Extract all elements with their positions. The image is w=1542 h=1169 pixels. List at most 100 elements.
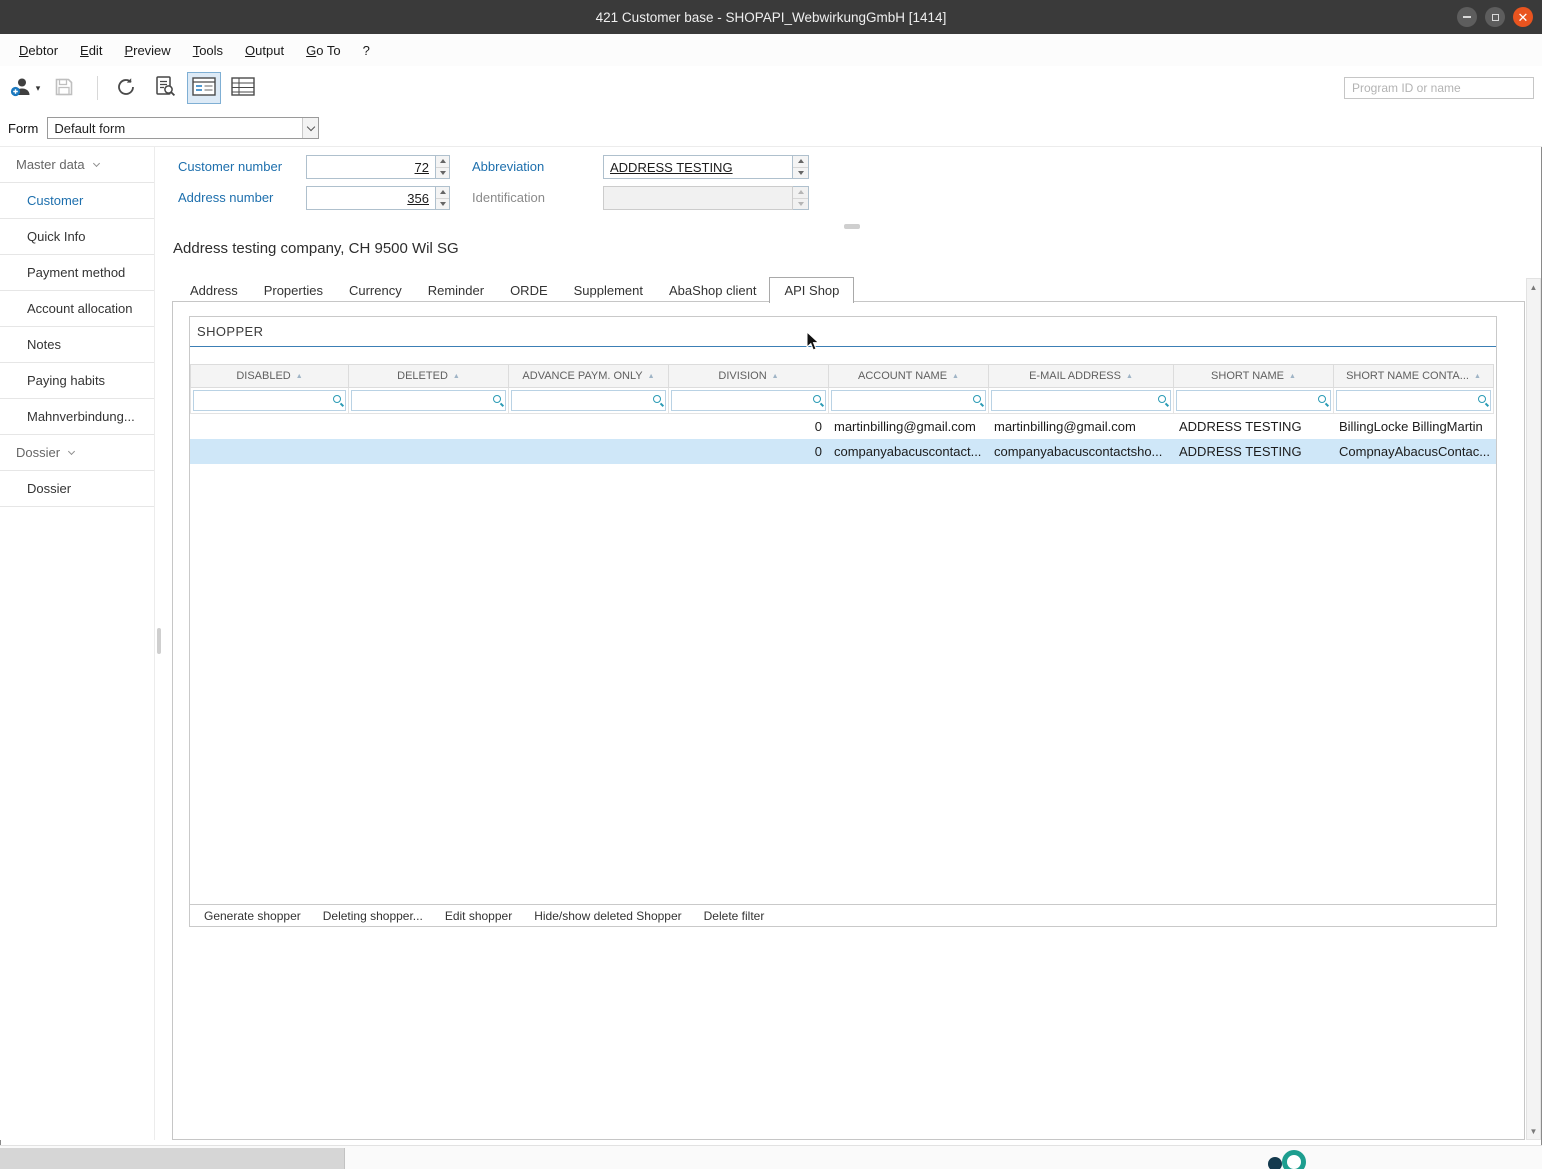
close-button[interactable]: ✕ xyxy=(1513,7,1533,27)
api-shop-tab-panel: SHOPPER DISABLED▲ DELETED▲ ADVANCE PAYM.… xyxy=(172,301,1525,1140)
tab-api-shop[interactable]: API Shop xyxy=(769,277,854,303)
identification-input xyxy=(603,186,793,210)
customer-number-spinner[interactable] xyxy=(436,155,450,179)
maximize-button[interactable] xyxy=(1485,7,1505,27)
tab-orde[interactable]: ORDE xyxy=(497,279,561,302)
form-view-button[interactable] xyxy=(187,72,221,104)
form-combobox[interactable]: Default form xyxy=(47,117,319,139)
tab-address[interactable]: Address xyxy=(177,279,251,302)
cell-advance-paym-only xyxy=(509,439,669,464)
window-controls: ✕ xyxy=(1457,7,1533,27)
menu-goto[interactable]: Go To xyxy=(295,39,351,62)
filter-cell xyxy=(349,388,509,414)
sort-icon: ▲ xyxy=(648,373,655,380)
shopper-row-2[interactable]: 0 companyabacuscontact... companyabacusc… xyxy=(190,439,1496,464)
cell-short-name-contact: BillingLocke BillingMartin xyxy=(1334,414,1494,439)
filter-input-email-address[interactable] xyxy=(991,390,1171,411)
filter-input-account-name[interactable] xyxy=(831,390,986,411)
minimize-button[interactable] xyxy=(1457,7,1477,27)
filter-input-short-name[interactable] xyxy=(1176,390,1331,411)
vertical-scrollbar[interactable]: ▲ ▼ xyxy=(1526,278,1541,1140)
form-combobox-value: Default form xyxy=(48,121,302,136)
sidebar-item-payment-method[interactable]: Payment method xyxy=(0,255,154,291)
sidebar-item-account-allocation[interactable]: Account allocation xyxy=(0,291,154,327)
address-number-spinner[interactable] xyxy=(436,186,450,210)
filter-input-deleted[interactable] xyxy=(351,390,506,411)
menu-preview[interactable]: Preview xyxy=(113,39,181,62)
hide-show-deleted-shopper-button[interactable]: Hide/show deleted Shopper xyxy=(523,905,692,926)
save-button[interactable] xyxy=(47,72,81,104)
sidebar-section-master-data[interactable]: Master data xyxy=(0,147,154,183)
column-header-disabled[interactable]: DISABLED▲ xyxy=(190,364,349,388)
column-header-division[interactable]: DIVISION▲ xyxy=(669,364,829,388)
magnifier-icon xyxy=(1158,395,1166,403)
tab-abashop-client[interactable]: AbaShop client xyxy=(656,279,769,302)
shopper-row-1[interactable]: 0 martinbilling@gmail.com martinbilling@… xyxy=(190,414,1496,439)
form-view-icon xyxy=(192,77,216,99)
titlebar[interactable]: 421 Customer base - SHOPAPI_WebwirkungGm… xyxy=(0,0,1542,34)
column-header-account-name[interactable]: ACCOUNT NAME▲ xyxy=(829,364,989,388)
abbreviation-field xyxy=(603,155,809,179)
sidebar-item-notes[interactable]: Notes xyxy=(0,327,154,363)
collapse-handle[interactable] xyxy=(844,224,860,229)
abbreviation-input[interactable] xyxy=(603,155,793,179)
program-search-input[interactable] xyxy=(1344,77,1534,99)
search-form-button[interactable] xyxy=(148,72,182,104)
delete-filter-button[interactable]: Delete filter xyxy=(693,905,776,926)
sidebar-section-dossier[interactable]: Dossier xyxy=(0,435,154,471)
filter-input-advance-paym-only[interactable] xyxy=(511,390,666,411)
sidebar-item-quick-info[interactable]: Quick Info xyxy=(0,219,154,255)
column-header-email-address[interactable]: E-MAIL ADDRESS▲ xyxy=(989,364,1174,388)
filter-input-disabled[interactable] xyxy=(193,390,346,411)
abbreviation-spinner[interactable] xyxy=(793,155,809,179)
cell-advance-paym-only xyxy=(509,414,669,439)
sidebar-item-paying-habits[interactable]: Paying habits xyxy=(0,363,154,399)
address-number-label: Address number xyxy=(178,190,273,205)
chevron-down-icon xyxy=(68,448,75,455)
save-icon xyxy=(54,77,74,100)
tab-properties[interactable]: Properties xyxy=(251,279,336,302)
abacus-logo xyxy=(1268,1150,1314,1169)
sort-icon: ▲ xyxy=(296,373,303,380)
magnifier-icon xyxy=(973,395,981,403)
menu-output[interactable]: Output xyxy=(234,39,295,62)
toolbar-separator xyxy=(97,76,98,100)
menu-help[interactable]: ? xyxy=(352,39,381,62)
edit-shopper-button[interactable]: Edit shopper xyxy=(434,905,523,926)
column-header-short-name-contact[interactable]: SHORT NAME CONTA...▲ xyxy=(1334,364,1494,388)
add-customer-button[interactable]: ▾ xyxy=(8,72,42,104)
scroll-up-arrow-icon[interactable]: ▲ xyxy=(1527,280,1540,294)
column-header-deleted[interactable]: DELETED▲ xyxy=(349,364,509,388)
sidebar-item-dossier[interactable]: Dossier xyxy=(0,471,154,507)
menu-tools[interactable]: Tools xyxy=(182,39,234,62)
deleting-shopper-button[interactable]: Deleting shopper... xyxy=(312,905,434,926)
form-combobox-dropdown-button[interactable] xyxy=(302,118,318,138)
filter-input-short-name-contact[interactable] xyxy=(1336,390,1491,411)
menu-edit[interactable]: Edit xyxy=(69,39,113,62)
identification-spinner xyxy=(793,186,809,210)
add-customer-icon xyxy=(10,76,34,101)
column-header-advance-paym-only[interactable]: ADVANCE PAYM. ONLY▲ xyxy=(509,364,669,388)
tab-currency[interactable]: Currency xyxy=(336,279,415,302)
scroll-down-arrow-icon[interactable]: ▼ xyxy=(1527,1124,1540,1138)
customer-number-input[interactable] xyxy=(306,155,436,179)
refresh-button[interactable] xyxy=(109,72,143,104)
sort-icon: ▲ xyxy=(1474,373,1481,380)
tab-reminder[interactable]: Reminder xyxy=(415,279,497,302)
generate-shopper-button[interactable]: Generate shopper xyxy=(193,905,312,926)
shopper-section: SHOPPER DISABLED▲ DELETED▲ ADVANCE PAYM.… xyxy=(189,316,1497,927)
sidebar-item-mahnverbindung[interactable]: Mahnverbindung... xyxy=(0,399,154,435)
maximize-icon xyxy=(1492,14,1499,21)
chevron-down-icon xyxy=(307,122,315,130)
tab-supplement[interactable]: Supplement xyxy=(561,279,656,302)
menu-bar: Debtor Edit Preview Tools Output Go To ? xyxy=(0,34,1542,66)
address-number-input[interactable] xyxy=(306,186,436,210)
sidebar-item-customer[interactable]: Customer xyxy=(0,183,154,219)
sidebar-splitter-handle[interactable] xyxy=(157,628,161,654)
filter-input-division[interactable] xyxy=(671,390,826,411)
list-view-button[interactable] xyxy=(226,72,260,104)
filter-cell xyxy=(190,388,349,414)
menu-debtor[interactable]: Debtor xyxy=(8,39,69,62)
cell-deleted xyxy=(349,414,509,439)
column-header-short-name[interactable]: SHORT NAME▲ xyxy=(1174,364,1334,388)
